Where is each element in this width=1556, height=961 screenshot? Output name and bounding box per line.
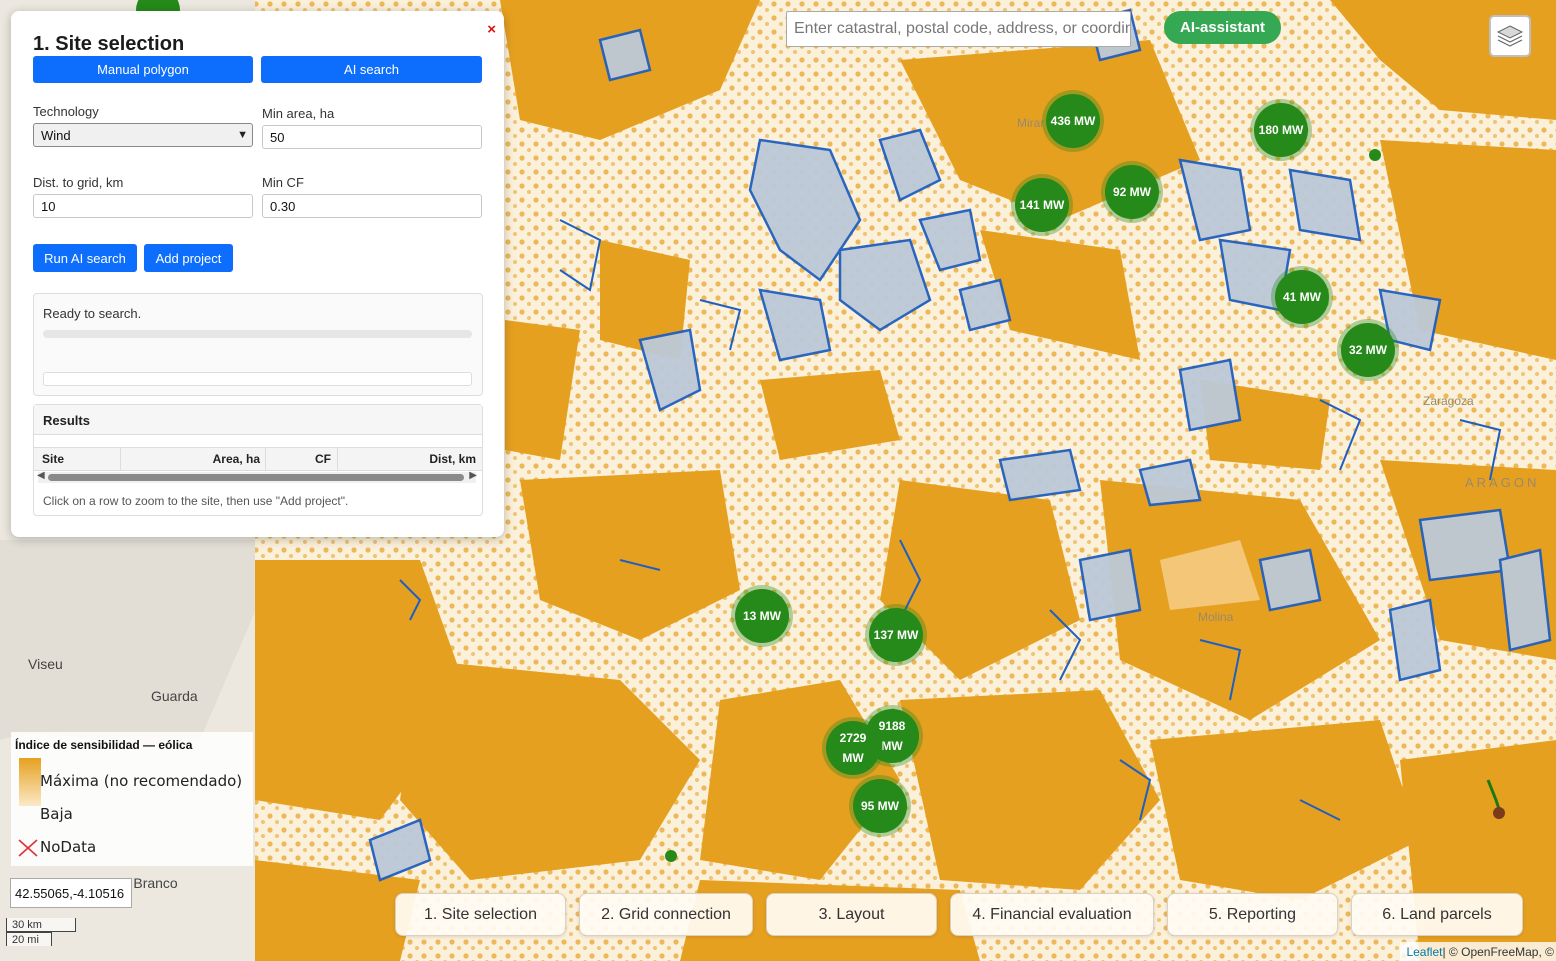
scroll-right-icon[interactable]: ▶ <box>469 470 477 481</box>
leaflet-link[interactable]: Leaflet <box>1406 945 1442 959</box>
legend-nodata-label: NoData <box>40 838 97 856</box>
results-scrollbar[interactable]: ◀ ▶ <box>37 470 477 483</box>
scale-km: 30 km <box>6 918 76 932</box>
column-site[interactable]: Site <box>42 452 64 466</box>
nodata-cross-icon <box>18 839 38 857</box>
layers-control[interactable] <box>1489 15 1531 57</box>
add-project-button[interactable]: Add project <box>144 244 233 272</box>
results-box: Results Site Area, ha CF Dist, km ◀ ▶ Cl… <box>33 404 483 516</box>
map-label-aragon: ARAGON <box>1465 475 1540 490</box>
column-area[interactable]: Area, ha <box>213 452 260 466</box>
technology-value: Wind <box>41 127 71 143</box>
attribution-text: | © OpenFreeMap, © <box>1442 944 1554 959</box>
cluster-marker[interactable]: 41 MW <box>1275 270 1329 324</box>
tab-financial-evaluation[interactable]: 4. Financial evaluation <box>950 893 1154 936</box>
cluster-marker[interactable]: 13 MW <box>735 589 789 643</box>
legend-low-label: Baja <box>40 805 73 823</box>
min-area-input[interactable]: 50 <box>262 125 482 149</box>
log-area <box>43 372 472 386</box>
legend-gradient <box>19 758 41 806</box>
column-divider <box>265 448 266 470</box>
scrollbar-thumb[interactable] <box>48 474 464 481</box>
map-label-guarda: Guarda <box>151 688 198 704</box>
cluster-marker[interactable]: 95 MW <box>853 779 907 833</box>
results-title: Results <box>34 405 482 435</box>
progress-bar <box>43 330 472 338</box>
status-text: Ready to search. <box>43 306 142 321</box>
coordinates-display: 42.55065,-4.10516 <box>10 878 132 908</box>
attribution: Leaflet | © OpenFreeMap, © <box>1400 942 1556 961</box>
map-label-zaragoza: Zaragoza <box>1423 394 1474 408</box>
technology-label: Technology <box>33 104 99 119</box>
cluster-marker[interactable]: 92 MW <box>1105 165 1159 219</box>
cluster-marker[interactable]: 137 MW <box>869 608 923 662</box>
sensitivity-legend: Índice de sensibilidad — eólica Máxima (… <box>11 732 253 866</box>
min-cf-label: Min CF <box>262 175 304 190</box>
site-selection-panel: 1. Site selection × Manual polygon AI se… <box>11 11 504 537</box>
ai-search-button[interactable]: AI search <box>261 56 482 83</box>
dist-grid-label: Dist. to grid, km <box>33 175 124 190</box>
map-label-molina: Molina <box>1198 610 1234 624</box>
tab-layout[interactable]: 3. Layout <box>766 893 937 936</box>
run-ai-search-button[interactable]: Run AI search <box>33 244 137 272</box>
ai-assistant-button[interactable]: AI-assistant <box>1164 11 1281 44</box>
cluster-marker[interactable]: 141 MW <box>1015 178 1069 232</box>
status-box: Ready to search. <box>33 293 483 396</box>
column-divider <box>337 448 338 470</box>
legend-title: Índice de sensibilidad — eólica <box>15 738 193 752</box>
column-cf[interactable]: CF <box>315 452 331 466</box>
chevron-down-icon: ▼ <box>237 129 248 141</box>
tab-reporting[interactable]: 5. Reporting <box>1167 893 1338 936</box>
column-divider <box>120 448 121 470</box>
cluster-marker[interactable]: 180 MW <box>1254 103 1308 157</box>
tab-land-parcels[interactable]: 6. Land parcels <box>1351 893 1523 936</box>
close-icon[interactable]: × <box>487 21 496 38</box>
tab-grid-connection[interactable]: 2. Grid connection <box>579 893 753 936</box>
cluster-marker[interactable]: 436 MW <box>1046 94 1100 148</box>
search-input[interactable]: Enter catastral, postal code, address, o… <box>786 11 1131 47</box>
manual-polygon-button[interactable]: Manual polygon <box>33 56 253 83</box>
cluster-marker[interactable]: 32 MW <box>1341 323 1395 377</box>
results-table-header: Site Area, ha CF Dist, km <box>34 447 482 471</box>
column-dist[interactable]: Dist, km <box>429 452 476 466</box>
scale-mi: 20 mi <box>6 932 52 946</box>
cluster-marker[interactable]: 2729 MW <box>826 721 880 775</box>
results-hint: Click on a row to zoom to the site, then… <box>43 494 349 508</box>
technology-select[interactable]: Wind ▼ <box>33 123 253 147</box>
scroll-left-icon[interactable]: ◀ <box>37 470 45 481</box>
map-label-mirar: Mirar <box>1017 116 1045 130</box>
legend-max-label: Máxima (no recomendado) <box>40 772 243 790</box>
panel-title: 1. Site selection <box>33 33 185 55</box>
map-label-viseu: Viseu <box>28 656 63 672</box>
tab-site-selection[interactable]: 1. Site selection <box>395 893 566 936</box>
min-cf-input[interactable]: 0.30 <box>262 194 482 218</box>
dist-grid-input[interactable]: 10 <box>33 194 253 218</box>
layers-icon <box>1496 25 1524 47</box>
min-area-label: Min area, ha <box>262 106 335 121</box>
